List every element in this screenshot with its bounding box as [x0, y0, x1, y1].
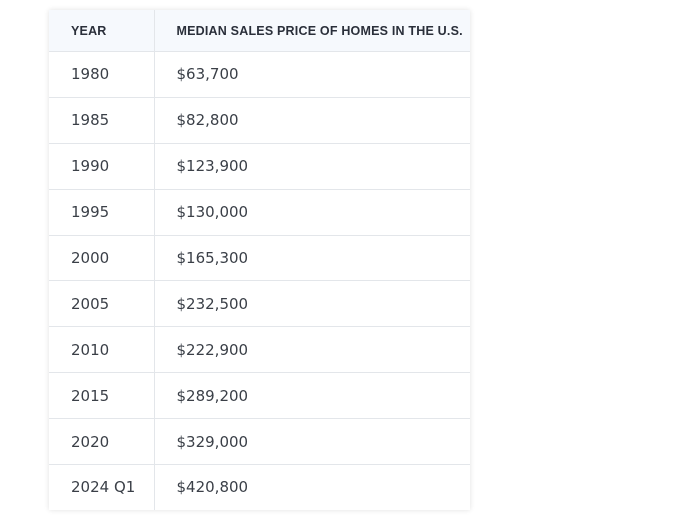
price-cell: $420,800 — [176, 478, 249, 497]
year-cell: 2020 — [49, 418, 155, 466]
price-cell: $222,900 — [154, 326, 470, 374]
table-row: 2020 $329,000 — [49, 418, 470, 466]
year-cell: 1990 — [49, 143, 155, 190]
median-home-price-table: YEAR MEDIAN SALES PRICE OF HOMES IN THE … — [49, 10, 470, 510]
year-column-header: YEAR — [49, 10, 155, 52]
year-cell: 1980 — [49, 51, 155, 98]
median-home-price-table-card: YEAR MEDIAN SALES PRICE OF HOMES IN THE … — [49, 10, 470, 510]
table-row: 2024 Q1 $420,800 — [49, 464, 470, 510]
table-row: 1995 $130,000 — [49, 189, 470, 236]
year-cell: 2000 — [49, 235, 155, 282]
year-cell: 2024 Q1 — [49, 464, 155, 510]
price-cell: $232,500 — [154, 280, 470, 328]
table-body: 1980 $63,700 1985 $82,800 1990 $123,900 … — [49, 51, 470, 510]
price-cell: $130,000 — [154, 189, 470, 236]
table-row: 2000 $165,300 — [49, 235, 470, 282]
table-row: 1985 $82,800 — [49, 97, 470, 144]
year-cell: 1985 — [49, 97, 155, 144]
table-row: 2015 $289,200 — [49, 372, 470, 420]
year-cell: 2015 — [49, 372, 155, 420]
year-cell: 2005 — [49, 280, 155, 328]
price-cell: $289,200 — [154, 372, 470, 420]
table-row: 1990 $123,900 — [49, 143, 470, 190]
price-cell: $165,300 — [154, 235, 470, 282]
price-cell: $82,800 — [154, 97, 470, 144]
table-row: 2005 $232,500 — [49, 280, 470, 328]
price-column-header: MEDIAN SALES PRICE OF HOMES IN THE U.S. — [154, 10, 470, 52]
table-row: 1980 $63,700 — [49, 51, 470, 98]
table-header-row: YEAR MEDIAN SALES PRICE OF HOMES IN THE … — [49, 10, 470, 52]
year-cell: 2010 — [49, 326, 155, 374]
table-header: YEAR MEDIAN SALES PRICE OF HOMES IN THE … — [49, 10, 470, 52]
page: YEAR MEDIAN SALES PRICE OF HOMES IN THE … — [0, 0, 680, 529]
table-row: 2010 $222,900 — [49, 326, 470, 374]
price-cell: $123,900 — [154, 143, 470, 190]
price-cell: $63,700 — [154, 51, 470, 98]
year-cell: 1995 — [49, 189, 155, 236]
price-cell: $329,000 — [154, 418, 470, 466]
